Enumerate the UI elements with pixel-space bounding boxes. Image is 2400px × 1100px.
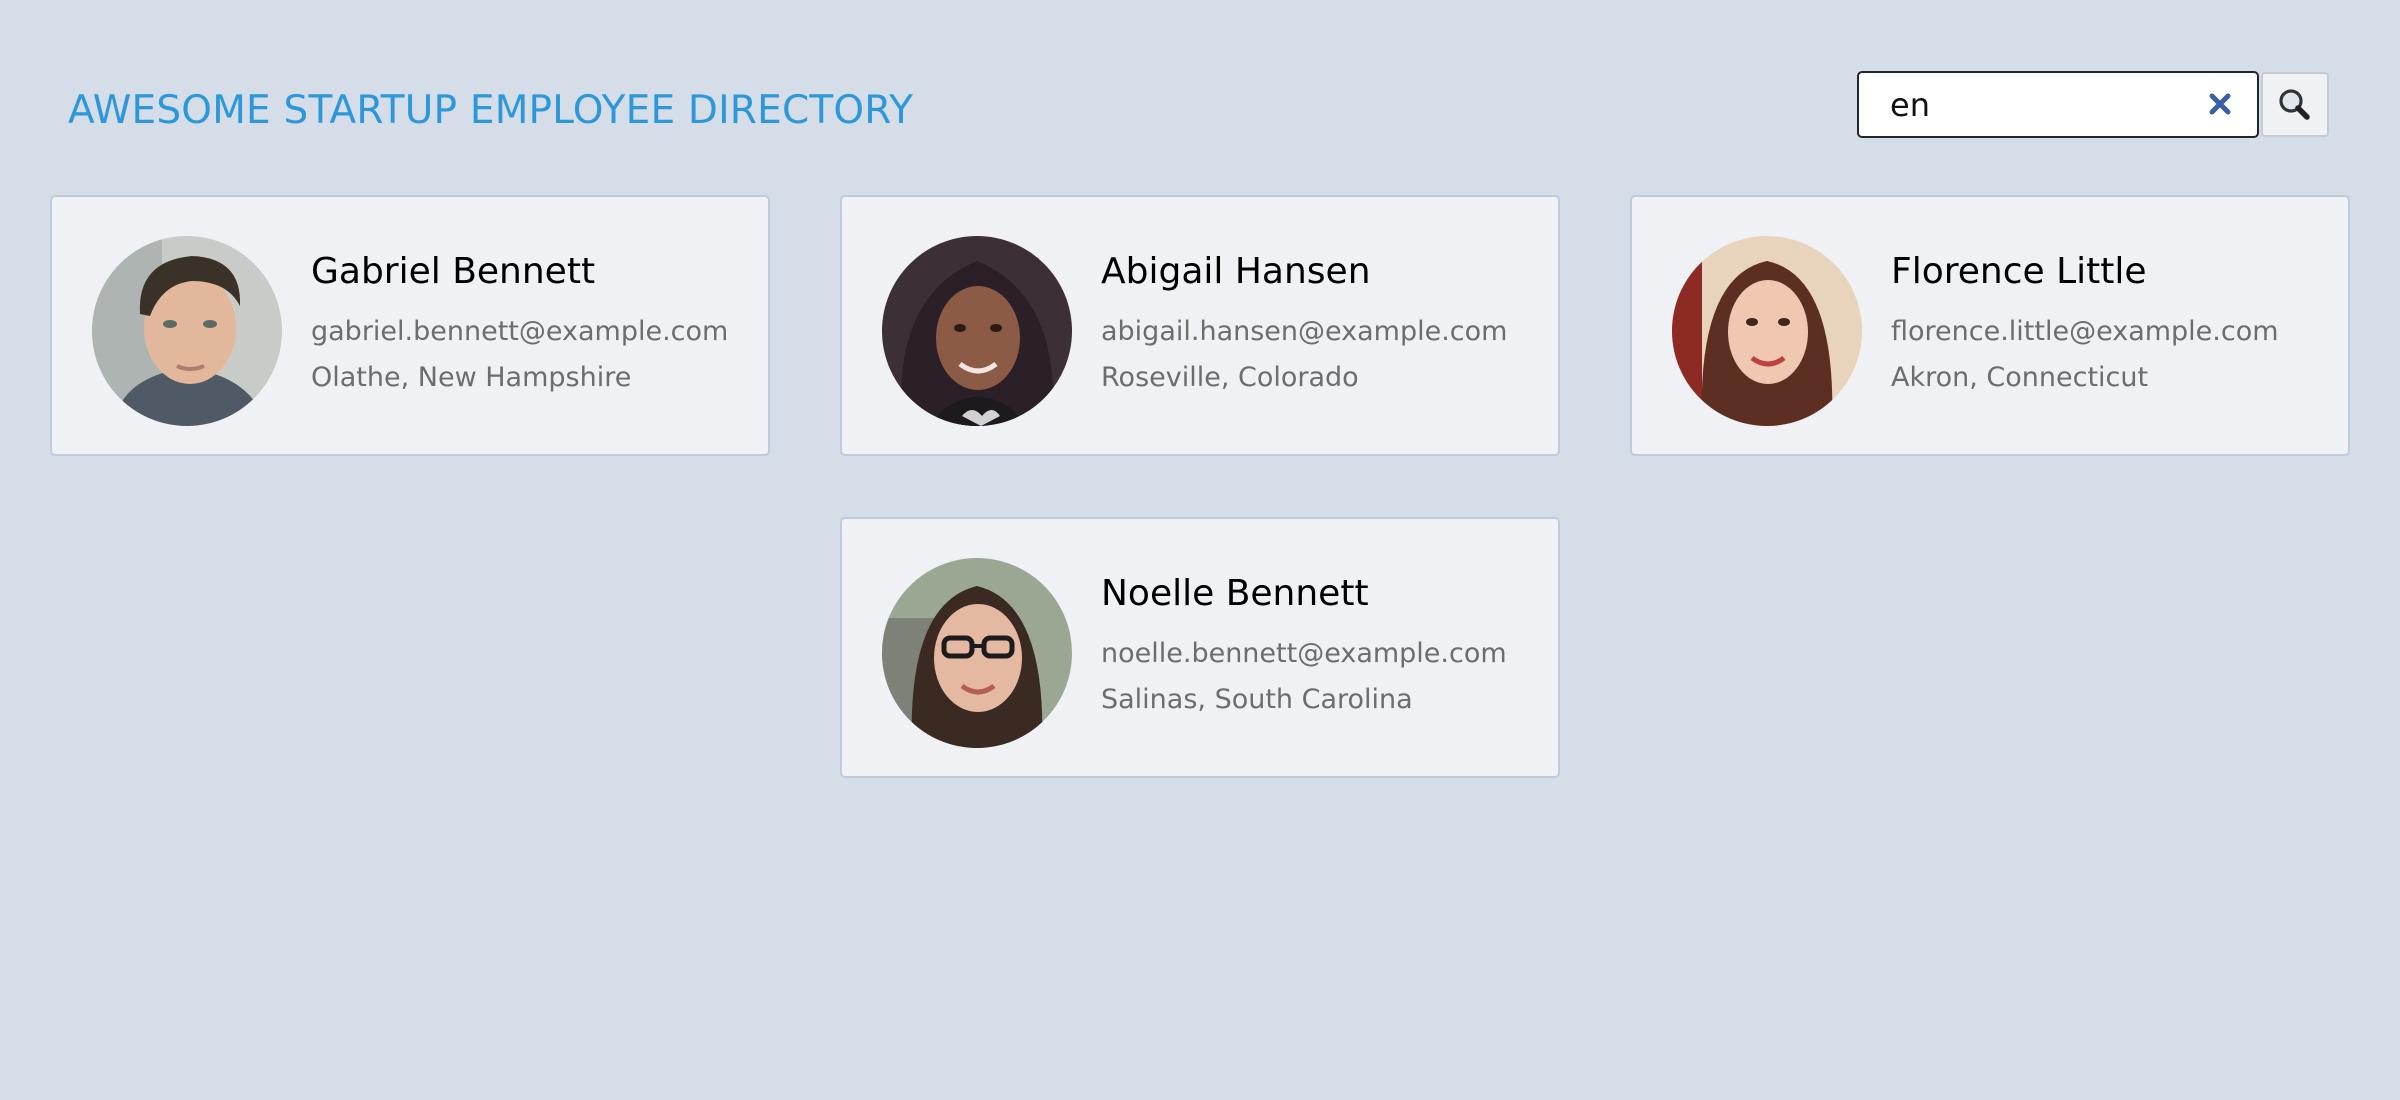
avatar-photo — [92, 236, 282, 426]
employee-email: gabriel.bennett@example.com — [311, 316, 729, 347]
clear-search-button[interactable] — [2197, 81, 2243, 127]
employee-card[interactable]: Florence Little florence.little@example.… — [1630, 195, 2350, 456]
employee-avatar — [1672, 236, 1862, 426]
page-header: AWESOME STARTUP EMPLOYEE DIRECTORY — [0, 0, 2400, 190]
employee-email: florence.little@example.com — [1891, 316, 2279, 347]
employee-location: Akron, Connecticut — [1891, 362, 2149, 393]
employee-location: Roseville, Colorado — [1101, 362, 1359, 393]
employee-card[interactable]: Abigail Hansen abigail.hansen@example.co… — [840, 195, 1560, 456]
employee-location: Salinas, South Carolina — [1101, 684, 1413, 715]
employee-name: Gabriel Bennett — [311, 251, 596, 292]
close-icon — [2209, 93, 2231, 115]
search-button[interactable] — [2261, 72, 2329, 137]
employee-location: Olathe, New Hampshire — [311, 362, 632, 393]
employee-name: Florence Little — [1891, 251, 2147, 292]
employee-info: Florence Little florence.little@example.… — [1891, 252, 2336, 401]
page-title: AWESOME STARTUP EMPLOYEE DIRECTORY — [68, 88, 914, 133]
employee-email: abigail.hansen@example.com — [1101, 316, 1508, 347]
employee-email: noelle.bennett@example.com — [1101, 638, 1507, 669]
employee-card[interactable]: Gabriel Bennett gabriel.bennett@example.… — [50, 195, 770, 456]
search-container — [1857, 71, 2329, 138]
avatar-photo — [882, 236, 1072, 426]
avatar-photo — [882, 558, 1072, 748]
employee-name: Noelle Bennett — [1101, 573, 1369, 614]
search-icon — [2279, 89, 2310, 120]
avatar-photo — [1672, 236, 1862, 426]
employee-avatar — [882, 558, 1072, 748]
employee-avatar — [92, 236, 282, 426]
employee-info: Gabriel Bennett gabriel.bennett@example.… — [311, 252, 756, 401]
employee-avatar — [882, 236, 1072, 426]
employee-name: Abigail Hansen — [1101, 251, 1371, 292]
employee-info: Noelle Bennett noelle.bennett@example.co… — [1101, 574, 1546, 723]
employee-card[interactable]: Noelle Bennett noelle.bennett@example.co… — [840, 517, 1560, 778]
employee-info: Abigail Hansen abigail.hansen@example.co… — [1101, 252, 1546, 401]
